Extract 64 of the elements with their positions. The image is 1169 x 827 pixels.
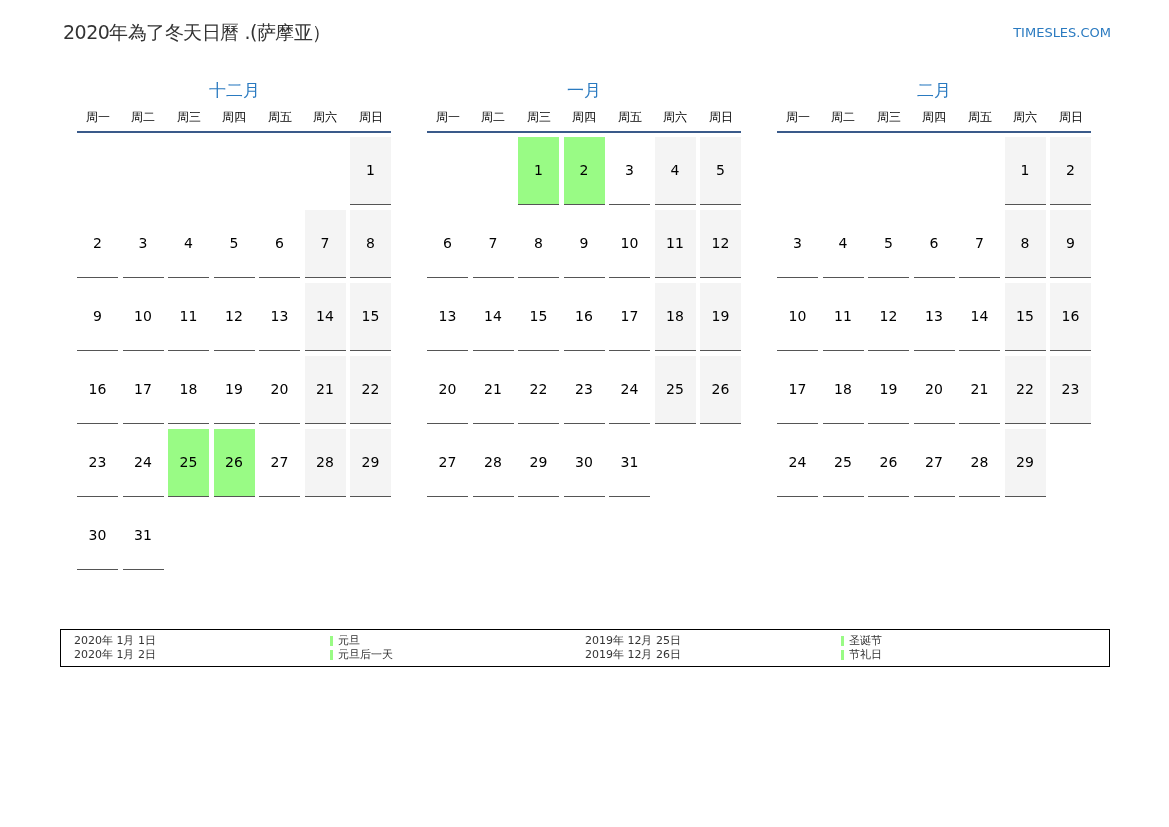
day-cell: 26: [700, 355, 741, 424]
day-cell: 4: [654, 136, 696, 205]
day-cell: 8: [1004, 209, 1046, 278]
day-cell: 14: [304, 282, 346, 351]
page-title: 2020年為了冬天日曆 .(萨摩亚）: [63, 20, 331, 45]
day-cell: 9: [1050, 209, 1091, 278]
day-cell: 5: [700, 136, 741, 205]
day-cell: 25: [654, 355, 696, 424]
weekday-header: 周六: [1013, 108, 1037, 126]
weekday-header: 周二: [131, 108, 155, 126]
day-cell: 16: [1050, 282, 1091, 351]
day-cell: 2: [563, 136, 605, 205]
weekday-header: 周一: [785, 108, 810, 126]
weekday-header: 周三: [176, 108, 201, 126]
day-cell: 15: [1004, 282, 1046, 351]
weekday-header: 周三: [526, 108, 551, 126]
weekday-header: 周二: [831, 108, 855, 126]
month-title: 一月: [567, 78, 601, 102]
day-cell: 11: [654, 209, 696, 278]
holiday-name: 元旦后一天: [337, 648, 393, 662]
day-cell: 23: [1050, 355, 1091, 424]
day-cell: 26: [213, 428, 255, 497]
holiday-name: 圣诞节: [848, 634, 882, 648]
weekday-header: 周三: [876, 108, 901, 126]
day-cell: 21: [304, 355, 346, 424]
weekday-header: 周五: [267, 108, 292, 126]
holiday-name: 元旦: [337, 634, 360, 648]
day-cell: 22: [1004, 355, 1046, 424]
holiday-name: 节礼日: [848, 648, 882, 662]
holiday-date: 2019年 12月 26日: [585, 648, 681, 662]
weekday-header: 周日: [358, 108, 383, 126]
day-cell: 19: [700, 282, 741, 351]
weekday-header: 周六: [313, 108, 337, 126]
weekday-header: 周六: [663, 108, 687, 126]
weekday-header: 周一: [435, 108, 460, 126]
weekday-header: 周四: [222, 108, 246, 126]
weekday-header: 周四: [572, 108, 596, 126]
weekday-header: 周二: [481, 108, 505, 126]
day-cell: 15: [350, 282, 391, 351]
day-cell: 25: [168, 428, 209, 497]
day-cell: 8: [350, 209, 391, 278]
weekday-header: 周日: [1058, 108, 1083, 126]
day-cell: 7: [304, 209, 346, 278]
month-title: 二月: [917, 78, 951, 102]
day-cell: 1: [1004, 136, 1046, 205]
weekday-header: 周日: [708, 108, 733, 126]
day-cell: 1: [350, 136, 391, 205]
day-cell: 29: [350, 428, 391, 497]
day-cell: 22: [350, 355, 391, 424]
day-cell: 2: [1050, 136, 1091, 205]
day-cell: 29: [1004, 428, 1046, 497]
weekday-header: 周四: [922, 108, 946, 126]
day-cell: 28: [304, 428, 346, 497]
site-link[interactable]: TIMESLES.COM: [1013, 22, 1111, 42]
day-cell: 18: [654, 282, 696, 351]
day-cell: 1: [518, 136, 559, 205]
holiday-date: 2020年 1月 2日: [74, 648, 156, 662]
weekday-header: 周五: [617, 108, 642, 126]
holiday-date: 2019年 12月 25日: [585, 634, 681, 648]
month-title: 十二月: [208, 78, 260, 102]
holiday-date: 2020年 1月 1日: [74, 634, 156, 648]
weekday-header: 周一: [85, 108, 110, 126]
weekday-header: 周五: [967, 108, 992, 126]
day-cell: 12: [700, 209, 741, 278]
